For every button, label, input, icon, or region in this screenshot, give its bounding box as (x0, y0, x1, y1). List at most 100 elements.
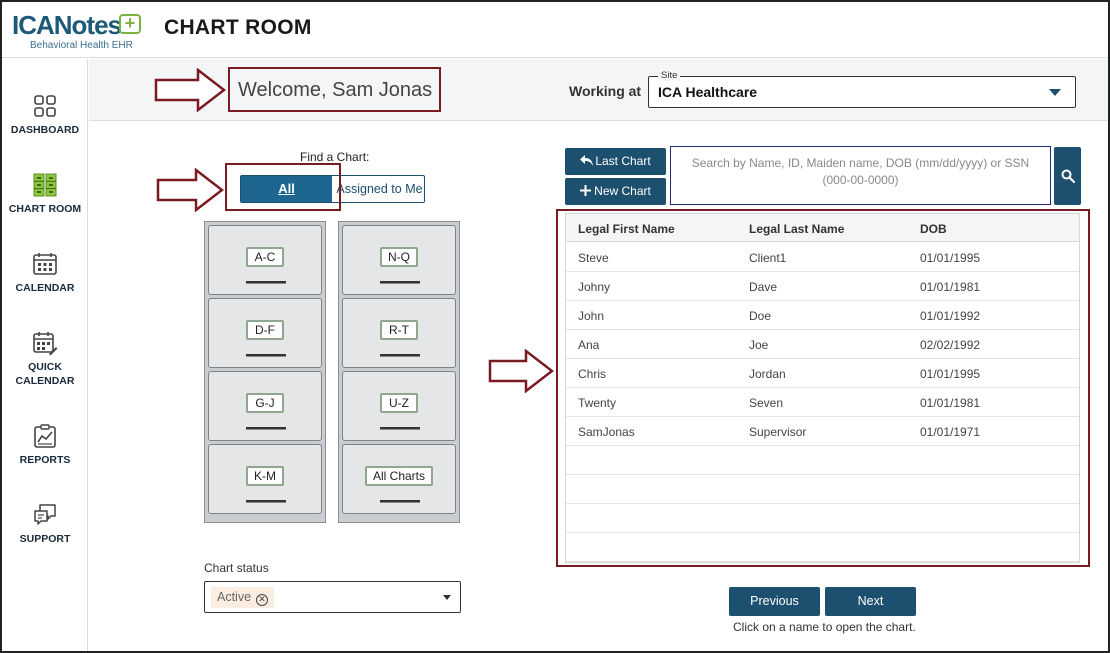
cell-last-name: Joe (749, 338, 769, 352)
cell-dob: 01/01/1971 (920, 425, 981, 439)
sidebar-item-support[interactable]: SUPPORT (2, 502, 88, 546)
table-row-empty (566, 446, 1079, 475)
table-hint-text: Click on a name to open the chart. (733, 620, 916, 634)
sidebar-nav: DASHBOARD CHART ROOM CALENDAR QUICK CALE… (2, 59, 88, 651)
sidebar-item-chart-room[interactable]: CHART ROOM (2, 172, 88, 216)
chart-results-table: Legal First Name Legal Last Name DOB Ste… (565, 213, 1080, 563)
cell-last-name: Jordan (749, 367, 786, 381)
sidebar-item-quick-calendar[interactable]: QUICK CALENDAR (2, 330, 88, 388)
drawer-k-m[interactable]: K-M (208, 444, 322, 514)
drawer-n-q[interactable]: N-Q (342, 225, 456, 295)
caret-down-icon (1049, 89, 1061, 96)
search-icon (1061, 169, 1075, 183)
cell-first-name: Steve (578, 251, 609, 265)
table-row[interactable]: Twenty Seven 01/01/1981 (566, 388, 1079, 417)
cell-last-name: Supervisor (749, 425, 807, 439)
table-row[interactable]: John Doe 01/01/1992 (566, 301, 1079, 330)
column-header-dob[interactable]: DOB (920, 222, 947, 236)
next-button[interactable]: Next (825, 587, 916, 616)
drawer-u-z[interactable]: U-Z (342, 371, 456, 441)
cell-first-name: Twenty (578, 396, 617, 410)
new-chart-button[interactable]: New Chart (565, 178, 666, 205)
drawer-handle (246, 427, 286, 430)
quick-calendar-icon (33, 332, 58, 356)
site-field-label: Site (658, 70, 681, 81)
drawer-label: A-C (246, 247, 284, 267)
logo-wordmark: ICANotes (12, 10, 122, 40)
table-row[interactable]: Steve Client1 01/01/1995 (566, 243, 1079, 272)
table-header: Legal First Name Legal Last Name DOB (566, 214, 1079, 242)
drawer-label: K-M (246, 466, 284, 486)
chart-status-select[interactable]: Active ✕ (204, 581, 461, 613)
welcome-message: Welcome, Sam Jonas (228, 67, 441, 112)
drawer-label: All Charts (364, 466, 434, 486)
cell-last-name: Doe (749, 309, 772, 323)
previous-button[interactable]: Previous (729, 587, 820, 616)
table-row[interactable]: SamJonas Supervisor 01/01/1971 (566, 417, 1079, 446)
search-placeholder: Search by Name, ID, Maiden name, DOB (mm… (691, 156, 1030, 187)
drawer-label: U-Z (380, 393, 418, 413)
remove-chip-icon[interactable]: ✕ (256, 594, 269, 606)
working-at-label: Working at (569, 83, 642, 99)
support-chat-icon (34, 504, 56, 525)
caret-down-icon (443, 595, 451, 600)
annotation-arrow-icon (154, 68, 226, 112)
logo-plus-icon: + (119, 14, 141, 34)
site-selected-value: ICA Healthcare (658, 84, 758, 100)
drawer-a-c[interactable]: A-C (208, 225, 322, 295)
chart-status-label: Chart status (204, 561, 269, 575)
sidebar-item-label: QUICK CALENDAR (15, 361, 75, 387)
site-select[interactable]: ICA Healthcare (648, 76, 1076, 108)
drawer-all-charts[interactable]: All Charts (342, 444, 456, 514)
drawer-label: N-Q (380, 247, 418, 267)
drawer-handle (380, 427, 420, 430)
sidebar-item-calendar[interactable]: CALENDAR (2, 251, 88, 295)
sidebar-item-label: REPORTS (19, 454, 71, 466)
drawer-label: G-J (246, 393, 284, 413)
column-header-last-name[interactable]: Legal Last Name (749, 222, 844, 236)
table-row-empty (566, 475, 1079, 504)
drawer-handle (246, 500, 286, 503)
cell-last-name: Seven (749, 396, 784, 410)
file-cabinet-icon (33, 173, 57, 197)
cell-dob: 01/01/1981 (920, 396, 981, 410)
search-button[interactable] (1054, 147, 1081, 205)
drawer-g-j[interactable]: G-J (208, 371, 322, 441)
table-row[interactable]: Johny Dave 01/01/1981 (566, 272, 1079, 301)
cell-dob: 01/01/1992 (920, 309, 981, 323)
cell-last-name: Client1 (749, 251, 787, 265)
drawer-handle (246, 281, 286, 284)
drawer-handle (246, 354, 286, 357)
logo-tagline: Behavioral Health EHR (30, 40, 133, 51)
sidebar-item-label: SUPPORT (19, 533, 71, 545)
file-cabinet-left: A-C D-F G-J K-M (204, 221, 326, 523)
plus-icon (580, 185, 592, 196)
annotation-highlight-box (225, 163, 341, 211)
drawer-r-t[interactable]: R-T (342, 298, 456, 368)
sidebar-item-label: CALENDAR (15, 282, 75, 294)
last-chart-button[interactable]: Last Chart (565, 148, 666, 175)
icanotes-logo[interactable]: ICANotes + Behavioral Health EHR (12, 10, 142, 52)
sidebar-item-label: CHART ROOM (8, 203, 82, 215)
column-header-first-name[interactable]: Legal First Name (578, 222, 675, 236)
sidebar-item-label: DASHBOARD (10, 124, 80, 136)
drawer-handle (380, 354, 420, 357)
drawer-handle (380, 500, 420, 503)
dashboard-grid-icon (34, 95, 56, 117)
table-row[interactable]: Ana Joe 02/02/1992 (566, 330, 1079, 359)
chart-search-input[interactable]: Search by Name, ID, Maiden name, DOB (mm… (670, 146, 1051, 205)
sidebar-item-dashboard[interactable]: DASHBOARD (2, 93, 88, 137)
calendar-icon (33, 253, 57, 275)
app-header: ICANotes + Behavioral Health EHR CHART R… (2, 2, 1108, 58)
table-row[interactable]: Chris Jordan 01/01/1995 (566, 359, 1079, 388)
file-cabinet-right: N-Q R-T U-Z All Charts (338, 221, 460, 523)
cell-dob: 01/01/1995 (920, 367, 981, 381)
toggle-assigned-to-me-button[interactable]: Assigned to Me (333, 176, 424, 202)
new-chart-label: New Chart (594, 184, 651, 198)
cell-first-name: Chris (578, 367, 607, 381)
drawer-handle (380, 281, 420, 284)
last-chart-label: Last Chart (595, 154, 651, 168)
drawer-d-f[interactable]: D-F (208, 298, 322, 368)
sidebar-item-reports[interactable]: REPORTS (2, 423, 88, 467)
cell-dob: 01/01/1981 (920, 280, 981, 294)
